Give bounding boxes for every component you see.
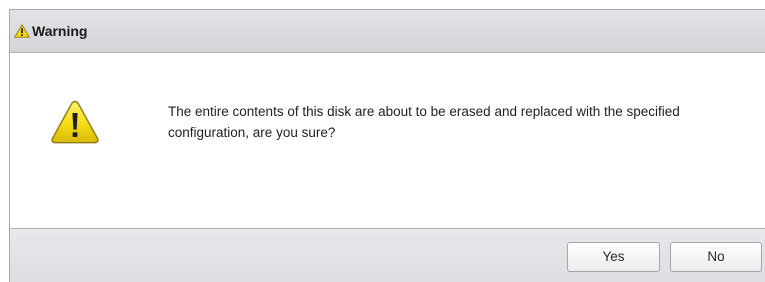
dialog-footer: Yes No xyxy=(10,228,765,282)
dialog-titlebar: Warning xyxy=(10,10,765,53)
warning-icon xyxy=(14,24,30,38)
warning-dialog: Warning The entire contents of this disk… xyxy=(9,9,765,282)
yes-button[interactable]: Yes xyxy=(567,242,660,272)
dialog-body: The entire contents of this disk are abo… xyxy=(10,53,765,229)
dialog-title: Warning xyxy=(32,23,88,39)
no-button[interactable]: No xyxy=(670,242,762,272)
dialog-message: The entire contents of this disk are abo… xyxy=(168,104,680,140)
warning-icon xyxy=(51,100,99,144)
